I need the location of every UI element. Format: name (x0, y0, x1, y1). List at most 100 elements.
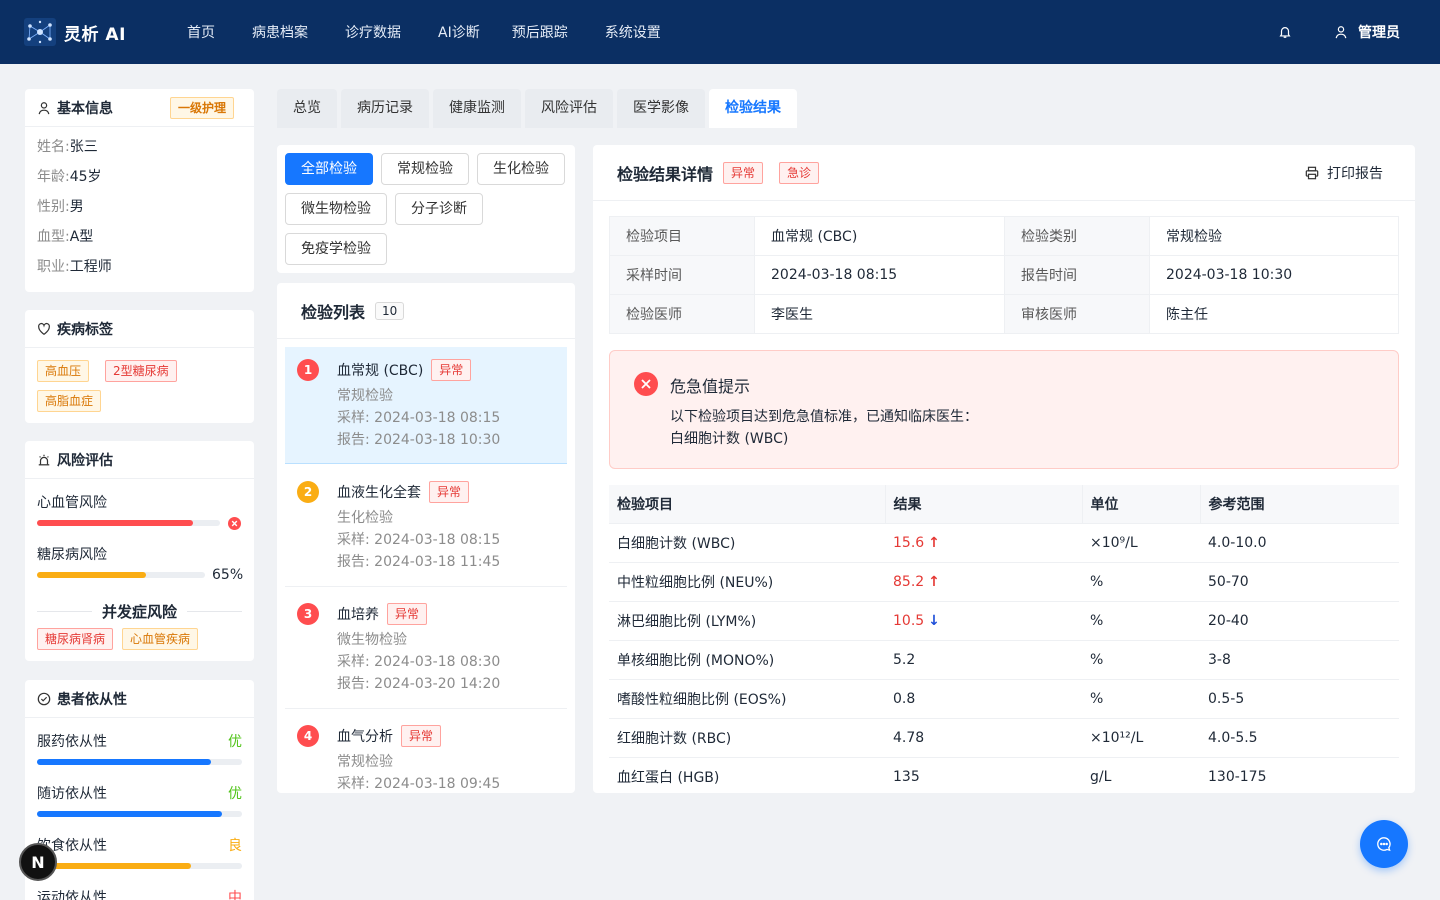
result-range: 50-70 (1200, 562, 1399, 602)
result-value: 0.8 (893, 690, 916, 707)
info-label: 姓名: (37, 139, 70, 155)
tab-lab-results[interactable]: 检验结果 (709, 89, 797, 128)
info-value: 张三 (69, 139, 98, 155)
alert-title: 危急值提示 (670, 377, 751, 396)
compliance-fill (37, 759, 212, 765)
item-status-badge: 异常 (429, 481, 470, 503)
bell-icon[interactable] (1278, 25, 1292, 39)
results-row[interactable]: 中性粒细胞比例 (NEU%) 85.2 ↑% 50-70 (609, 562, 1399, 602)
top-bar: 灵析 AI 首页 病患档案 诊疗数据 AI诊断 预后跟踪 系统设置 管理员 (0, 0, 1440, 64)
tab-health-monitoring[interactable]: 健康监测 (433, 89, 521, 128)
disease-tag: 高脂血症 (37, 390, 102, 412)
item-title: 血气分析 (337, 729, 393, 745)
results-row[interactable]: 淋巴细胞比例 (LYM%) 10.5 ↓% 20-40 (609, 601, 1399, 641)
tab-medical-imaging[interactable]: 医学影像 (617, 89, 705, 128)
filter-biochemistry[interactable]: 生化检验 (477, 153, 565, 185)
results-row[interactable]: 单核细胞比例 (MONO%) 5.2% 3-8 (609, 640, 1399, 680)
tab-medical-history[interactable]: 病历记录 (341, 89, 429, 128)
item-category: 常规检验 (337, 388, 393, 404)
result-range: 4.0-10.0 (1200, 523, 1399, 563)
diabetes-risk-fill (37, 572, 147, 578)
detail-info-row: 检验医师 李医生 审核医师 陈主任 (609, 294, 1399, 334)
item-title-row: 血液生化全套 异常 (337, 481, 470, 503)
info-label: 血型: (37, 229, 70, 245)
error-icon (228, 517, 241, 530)
disease-tags-header: 疾病标签 (25, 310, 254, 348)
result-value-cell: 135 (885, 757, 1082, 793)
result-value: 4.78 (893, 729, 925, 746)
detail-value: 2024-03-18 08:15 (754, 255, 1005, 295)
compliance-fill (37, 863, 191, 869)
alert-item: 白细胞计数 (WBC) (670, 431, 789, 447)
network-logo-icon (24, 18, 56, 46)
result-unit: g/L (1082, 757, 1200, 793)
result-value-cell: 0.8 (885, 679, 1082, 719)
detail-label: 检验医师 (609, 294, 755, 334)
filter-immunology[interactable]: 免疫学检验 (285, 233, 387, 265)
detail-label: 检验类别 (1004, 216, 1150, 256)
lab-list-item[interactable]: 4 血气分析 异常 常规检验 采样: 2024-03-18 09:45 (285, 713, 567, 793)
col-item: 检验项目 (609, 485, 885, 524)
print-report-label: 打印报告 (1327, 166, 1383, 182)
info-value: 45岁 (69, 169, 102, 185)
info-label: 性别: (37, 199, 70, 215)
result-range: 0.5-5 (1200, 679, 1399, 719)
basic-info-list: 姓名:张三 年龄:45岁 性别:男 血型:A型 职业:工程师 (25, 127, 254, 282)
lab-list-item[interactable]: 2 血液生化全套 异常 生化检验 采样: 2024-03-18 08:15 报告: 202… (285, 469, 567, 587)
user-icon (38, 101, 50, 114)
disease-tags-card: 疾病标签 高血压 2型糖尿病 高脂血症 (25, 310, 254, 423)
check-circle-icon (37, 692, 51, 705)
user-menu[interactable]: 管理员 (1334, 22, 1400, 42)
detail-header: 检验结果详情 异常 急诊 (617, 161, 820, 185)
lab-list-item[interactable]: 1 血常规 (CBC) 异常 常规检验 采样: 2024-03-18 08:15 报告: … (285, 347, 567, 464)
tab-risk-assessment[interactable]: 风险评估 (525, 89, 613, 128)
nav-patient-records[interactable]: 病患档案 (252, 22, 330, 42)
dev-badge[interactable]: N (19, 843, 57, 881)
nav-ai-diagnosis[interactable]: AI诊断 (438, 22, 502, 42)
print-report-button[interactable]: 打印报告 (1305, 163, 1383, 183)
care-level-badge: 一级护理 (169, 96, 234, 119)
result-value: 10.5 (893, 612, 925, 629)
detail-title: 检验结果详情 (617, 165, 714, 184)
complication-divider: 并发症风险 (25, 598, 254, 624)
item-report: 报告: 2024-03-18 10:30 (337, 432, 501, 448)
results-row[interactable]: 白细胞计数 (WBC) 15.6 ↑ ×10⁹/L 4.0-10.0 (609, 523, 1399, 563)
detail-card: 检验结果详情 异常 急诊 打印报告 检验项目 血常规 (CBC) 检验类别 常规检验采… (593, 145, 1415, 793)
results-row[interactable]: 血红蛋白 (HGB) 135 g/L 130-175 (609, 757, 1399, 793)
nav-settings[interactable]: 系统设置 (605, 22, 683, 42)
nav-home[interactable]: 首页 (187, 22, 237, 42)
chat-button[interactable] (1360, 820, 1408, 868)
lab-list-item[interactable]: 3 血培养 异常 微生物检验 采样: 2024-03-18 08:30 报告: 2024-… (285, 591, 567, 709)
detail-value: 李医生 (754, 294, 1005, 334)
chat-icon (1377, 837, 1391, 852)
detail-label: 审核医师 (1004, 294, 1150, 334)
tab-overview[interactable]: 总览 (277, 89, 337, 128)
detail-info-row: 采样时间 2024-03-18 08:15 报告时间 2024-03-18 10:30 (609, 255, 1399, 295)
results-row[interactable]: 嗜酸性粒细胞比例 (EOS%) 0.8% 0.5-5 (609, 679, 1399, 719)
filter-all[interactable]: 全部检验 (285, 153, 373, 185)
result-item: 红细胞计数 (RBC) (609, 718, 885, 758)
filter-molecular[interactable]: 分子诊断 (395, 193, 483, 225)
info-label: 年龄: (37, 169, 70, 185)
info-row: 性别:男 (25, 192, 254, 222)
result-unit: % (1082, 679, 1200, 719)
compliance-card: 患者依从性 服药依从性优随访依从性优饮食依从性良运动依从性中 (25, 680, 254, 900)
nav-prognosis[interactable]: 预后跟踪 (512, 22, 590, 42)
logo[interactable]: 灵析 AI (24, 18, 187, 46)
info-row: 职业:工程师 (25, 252, 254, 282)
lab-list-header: 检验列表 10 (277, 283, 575, 339)
compliance-label: 服药依从性 (37, 734, 107, 750)
item-report: 报告: 2024-03-20 14:20 (337, 676, 501, 692)
item-sample: 采样: 2024-03-18 08:30 (337, 654, 501, 670)
filter-routine[interactable]: 常规检验 (381, 153, 469, 185)
lab-list-title: 检验列表 (301, 302, 366, 322)
result-value: 15.6 (893, 534, 925, 551)
filter-microbiology[interactable]: 微生物检验 (285, 193, 387, 225)
item-status-badge: 异常 (387, 603, 428, 625)
results-row[interactable]: 红细胞计数 (RBC) 4.78 ×10¹²/L 4.0-5.5 (609, 718, 1399, 758)
nav-clinical-data[interactable]: 诊疗数据 (345, 22, 423, 42)
basic-info-card: 基本信息 一级护理 姓名:张三 年龄:45岁 性别:男 血型:A型 职业:工程师 (25, 89, 254, 292)
cardio-risk-label: 心血管风险 (37, 495, 107, 511)
lab-list-card: 检验列表 10 1 血常规 (CBC) 异常 常规检验 采样: 2024-03-18 0… (277, 283, 575, 793)
info-label: 职业: (37, 259, 70, 275)
